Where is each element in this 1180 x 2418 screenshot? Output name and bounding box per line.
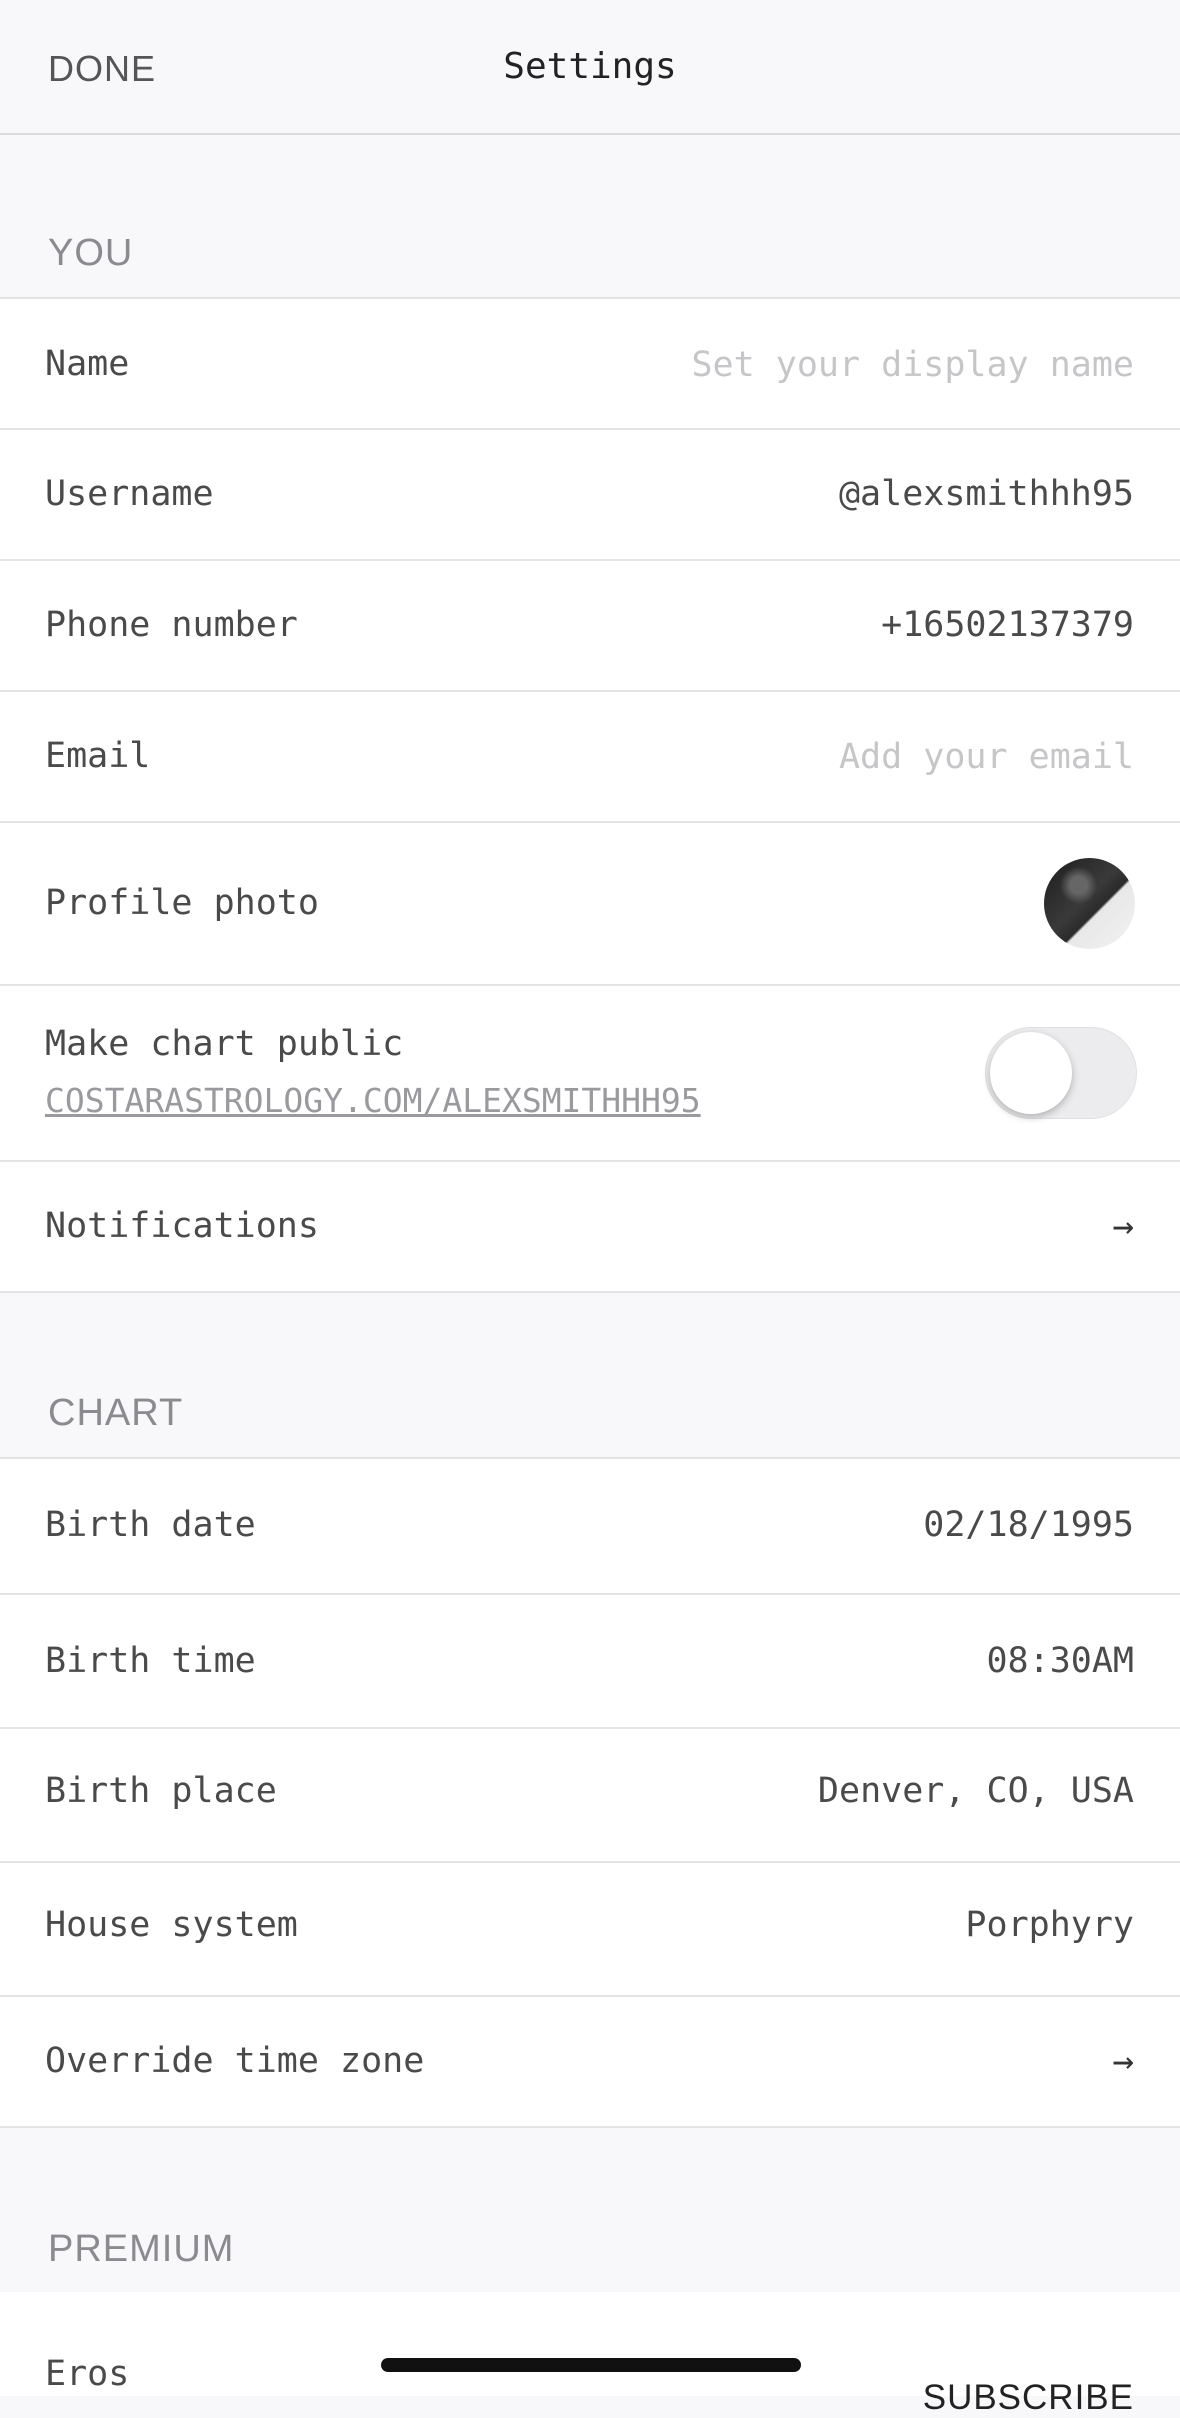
house-system-row[interactable]: House system Porphyry [0,1863,1180,1997]
email-row[interactable]: Email Add your email [0,692,1180,823]
public-chart-link[interactable]: COSTARASTROLOGY.COM/ALEXSMITHHH95 [45,1081,701,1120]
override-timezone-row[interactable]: Override time zone → [0,1997,1180,2128]
phone-row[interactable]: Phone number +16502137379 [0,561,1180,692]
toggle-knob [990,1032,1072,1114]
notifications-row[interactable]: Notifications → [0,1162,1180,1293]
birth-time-label: Birth time [45,1641,256,1681]
avatar[interactable] [1044,858,1135,949]
birth-time-value: 08:30AM [986,1641,1134,1681]
phone-value: +16502137379 [881,605,1134,645]
birth-date-label: Birth date [45,1505,256,1545]
phone-label: Phone number [45,605,298,645]
arrow-right-icon: → [1112,2041,1134,2082]
username-value: @alexsmithhh95 [838,474,1134,514]
email-input[interactable]: Add your email [839,737,1134,777]
profile-photo-row[interactable]: Profile photo [0,823,1180,986]
birth-place-value: Denver, CO, USA [817,1771,1134,1811]
eros-row[interactable]: Eros SUBSCRIBE [0,2292,1180,2417]
section-label-premium: PREMIUM [48,2228,235,2270]
premium-group: Eros SUBSCRIBE [0,2292,1180,2417]
username-label: Username [45,474,214,514]
override-timezone-label: Override time zone [45,2041,425,2081]
birth-place-row[interactable]: Birth place Denver, CO, USA [0,1729,1180,1863]
birth-date-value: 02/18/1995 [923,1505,1134,1545]
birth-time-row[interactable]: Birth time 08:30AM [0,1595,1180,1729]
birth-place-label: Birth place [45,1771,277,1811]
subscribe-button[interactable]: SUBSCRIBE [923,2378,1134,2418]
arrow-right-icon: → [1112,1206,1134,1247]
you-group: Name Set your display name Username @ale… [0,297,1180,1293]
section-label-chart: CHART [48,1392,184,1434]
nav-header: DONE Settings [0,0,1180,135]
house-system-value: Porphyry [965,1905,1134,1945]
birth-date-row[interactable]: Birth date 02/18/1995 [0,1459,1180,1595]
name-input[interactable]: Set your display name [691,345,1134,385]
name-row[interactable]: Name Set your display name [0,299,1180,430]
home-indicator [381,2358,801,2372]
profile-photo-label: Profile photo [45,883,319,923]
eros-label: Eros [45,2354,130,2394]
name-label: Name [45,344,130,384]
public-chart-toggle[interactable] [985,1027,1137,1119]
page-title: Settings [503,46,677,87]
house-system-label: House system [45,1905,298,1945]
username-row[interactable]: Username @alexsmithhh95 [0,430,1180,561]
email-label: Email [45,736,151,776]
chart-group: Birth date 02/18/1995 Birth time 08:30AM… [0,1457,1180,2128]
notifications-label: Notifications [45,1206,319,1246]
public-chart-label: Make chart public [45,1024,404,1064]
public-chart-row: Make chart public COSTARASTROLOGY.COM/AL… [0,986,1180,1162]
section-label-you: YOU [48,232,134,274]
